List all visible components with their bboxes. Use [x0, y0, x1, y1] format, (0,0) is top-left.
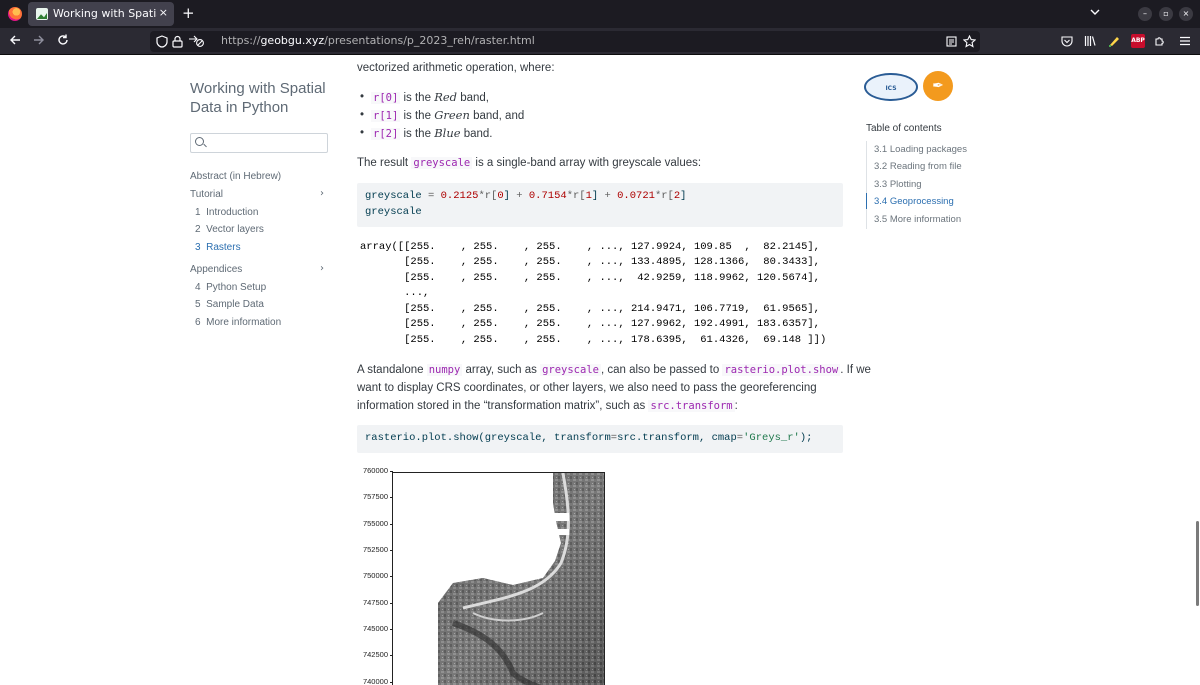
scrollbar-thumb[interactable] [1196, 521, 1199, 606]
output-line: [255. , 255. , 255. , ..., 178.6395, 61.… [360, 334, 827, 346]
sidebar-item-sample-data[interactable]: 5 Sample Data [195, 299, 264, 310]
toc-list: 3.1 Loading packages 3.2 Reading from fi… [866, 141, 976, 229]
output-line: [255. , 255. , 255. , ..., 42.9259, 118.… [360, 272, 820, 284]
code-block-greyscale[interactable]: greyscale = 0.2125*r[0] + 0.7154*r[1] + … [357, 183, 843, 227]
y-tick-label: 760000 [362, 466, 388, 475]
chevron-right-icon[interactable]: › [320, 263, 324, 274]
list-item: r[2] is the Blue band. [360, 124, 492, 143]
paragraph-standalone-line2: want to display CRS coordinates, or othe… [357, 382, 817, 394]
highlighter-icon[interactable] [1108, 34, 1120, 48]
favicon-icon [36, 8, 48, 20]
code-line: greyscale [365, 206, 422, 218]
page-viewport: Working with Spatial Data in Python Abst… [0, 56, 1200, 685]
tab-title: Working with Spatial Data [53, 7, 157, 20]
output-line: [255. , 255. , 255. , ..., 127.9962, 192… [360, 318, 820, 330]
y-tick-label: 747500 [362, 598, 388, 607]
y-tick-label: 752500 [362, 545, 388, 554]
library-icon[interactable] [1084, 34, 1096, 48]
ics-logo[interactable]: ICS [864, 73, 918, 101]
list-item: r[0] is the Red band, [360, 88, 489, 107]
navigation-toolbar: https://geobgu.xyz/presentations/p_2023_… [0, 28, 1200, 55]
permissions-icon[interactable] [188, 35, 204, 48]
paragraph-intro: vectorized arithmetic operation, where: [357, 62, 555, 74]
reader-view-icon[interactable] [946, 36, 957, 47]
firefox-icon[interactable] [8, 7, 22, 21]
url-bar[interactable]: https://geobgu.xyz/presentations/p_2023_… [150, 31, 980, 52]
toc-item-plotting[interactable]: 3.3 Plotting [874, 179, 922, 190]
minimize-button[interactable]: – [1138, 7, 1152, 21]
shield-icon[interactable] [156, 35, 168, 48]
y-tick-label: 755000 [362, 519, 388, 528]
sidebar-section-tutorial[interactable]: Tutorial [190, 189, 223, 200]
raster-image [392, 472, 605, 685]
lock-icon[interactable] [172, 35, 183, 48]
toc-item-geoprocessing[interactable]: 3.4 Geoprocessing [874, 196, 954, 207]
y-tick-label: 745000 [362, 624, 388, 633]
toc-item-loading-packages[interactable]: 3.1 Loading packages [874, 144, 967, 155]
y-tick-label: 742500 [362, 650, 388, 659]
menu-hamburger-icon[interactable] [1179, 34, 1191, 48]
chevron-down-icon[interactable] [1089, 6, 1101, 18]
list-item: r[1] is the Green band, and [360, 106, 524, 125]
output-line: [255. , 255. , 255. , ..., 133.4895, 128… [360, 256, 820, 268]
toc-item-reading-from-file[interactable]: 3.2 Reading from file [874, 161, 962, 172]
code-line: greyscale = 0.2125*r[0] + 0.7154*r[1] + … [365, 190, 687, 202]
tab-close-icon[interactable]: × [159, 6, 168, 19]
sidebar-item-abstract[interactable]: Abstract (in Hebrew) [190, 171, 281, 182]
paragraph-standalone-line1: A standalone numpy array, such as greysc… [357, 364, 871, 376]
toc-active-marker [866, 193, 867, 209]
reload-icon[interactable] [57, 34, 69, 46]
sidebar-item-python-setup[interactable]: 4 Python Setup [195, 282, 266, 293]
output-line: ..., [360, 287, 430, 299]
paragraph-standalone-line3: information stored in the “transformatio… [357, 400, 738, 412]
close-window-button[interactable]: × [1179, 7, 1193, 21]
sidebar-item-more-information[interactable]: 6 More information [195, 317, 281, 328]
tab-active[interactable]: Working with Spatial Data × [28, 2, 174, 26]
pen-logo-icon[interactable]: ✒ [923, 71, 953, 101]
extensions-puzzle-icon[interactable] [1154, 34, 1166, 48]
y-tick-label: 757500 [362, 492, 388, 501]
code-line: rasterio.plot.show(greyscale, transform=… [365, 432, 813, 444]
toc-item-more-information[interactable]: 3.5 More information [874, 214, 961, 225]
sidebar-item-rasters[interactable]: 3 Rasters [195, 242, 241, 253]
tab-bar: Working with Spatial Data × + – ▫ × [0, 0, 1200, 28]
paragraph-result: The result greyscale is a single-band ar… [357, 157, 702, 169]
pocket-icon[interactable] [1061, 34, 1073, 48]
maximize-button[interactable]: ▫ [1159, 7, 1173, 21]
search-icon [195, 137, 204, 146]
raster-plot: 760000 757500 755000 752500 750000 74750… [358, 466, 618, 685]
code-block-plot-show[interactable]: rasterio.plot.show(greyscale, transform=… [357, 425, 843, 453]
new-tab-button[interactable]: + [182, 4, 195, 22]
sidebar-item-introduction[interactable]: 1 Introduction [195, 207, 258, 218]
back-arrow-icon[interactable] [9, 34, 21, 46]
greyscale-raster [438, 473, 604, 685]
site-title[interactable]: Working with Spatial Data in Python [190, 79, 340, 117]
y-tick-label: 750000 [362, 571, 388, 580]
forward-arrow-icon[interactable] [33, 34, 45, 46]
y-tick-label: 740000 [362, 677, 388, 685]
toc-title: Table of contents [866, 123, 942, 134]
chevron-right-icon[interactable]: › [320, 188, 324, 199]
output-line: array([[255. , 255. , 255. , ..., 127.99… [360, 241, 820, 253]
bookmark-star-icon[interactable] [963, 35, 976, 48]
adblock-plus-icon[interactable]: ABP [1131, 34, 1145, 48]
sidebar-section-appendices[interactable]: Appendices [190, 264, 242, 275]
search-input[interactable] [190, 133, 328, 153]
output-line: [255. , 255. , 255. , ..., 214.9471, 106… [360, 303, 820, 315]
url-text[interactable]: https://geobgu.xyz/presentations/p_2023_… [221, 34, 535, 47]
sidebar-item-vector-layers[interactable]: 2 Vector layers [195, 224, 264, 235]
